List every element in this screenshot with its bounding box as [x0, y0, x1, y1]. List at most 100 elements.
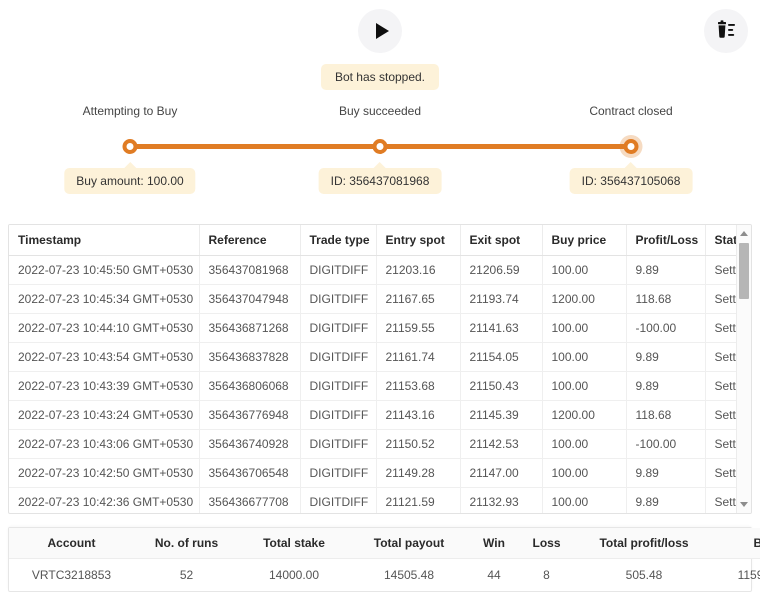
cell-timestamp: 2022-07-23 10:42:50 GMT+0530 — [9, 458, 200, 488]
play-icon — [375, 23, 389, 39]
summary-header-total-payout: Total payout — [349, 528, 469, 559]
summary-header-runs: No. of runs — [134, 528, 239, 559]
summary-value-total-stake: 14000.00 — [268, 568, 320, 582]
cell-timestamp: 2022-07-23 10:42:36 GMT+0530 — [9, 487, 200, 513]
timeline-node-buy-succeeded[interactable] — [372, 139, 388, 154]
timeline-node-contract-closed[interactable] — [623, 139, 639, 154]
table-row[interactable]: 2022-07-23 10:45:50 GMT+0530 356437081968… — [9, 255, 738, 285]
column-header-status[interactable]: Status — [705, 225, 738, 256]
summary-value-account: VRTC3218853 — [31, 568, 112, 582]
cell-trade-type: DIGITDIFF — [300, 400, 377, 430]
timeline-bubble-buy-amount: Buy amount: 100.00 — [64, 162, 196, 194]
cell-reference: 356436677708 — [199, 487, 301, 513]
cell-buy-price: 100.00 — [542, 458, 627, 488]
cell-trade-type: DIGITDIFF — [300, 313, 377, 343]
cell-buy-price: 100.00 — [542, 429, 627, 459]
cell-reference: 356436871268 — [199, 313, 301, 343]
cell-reference: 356436776948 — [199, 400, 301, 430]
transactions-scroll-area[interactable]: Timestamp Reference Trade type Entry spo… — [9, 225, 738, 513]
cell-exit-spot: 21141.63 — [460, 313, 543, 343]
summary-header-total-profit-loss: Total profit/loss — [574, 528, 714, 559]
cell-trade-type: DIGITDIFF — [300, 371, 377, 401]
cell-profit-loss: 9.89 — [626, 255, 706, 285]
table-row[interactable]: 2022-07-23 10:43:54 GMT+0530 356436837828… — [9, 342, 738, 372]
cell-exit-spot: 21142.53 — [460, 429, 543, 459]
timeline-bubble-buy-id: ID: 356437081968 — [318, 162, 442, 194]
cell-status: Settled — [705, 429, 738, 459]
cell-trade-type: DIGITDIFF — [300, 458, 377, 488]
table-row[interactable]: 2022-07-23 10:45:34 GMT+0530 356437047948… — [9, 284, 738, 314]
run-bot-button[interactable] — [358, 9, 402, 53]
transactions-scrollbar[interactable] — [736, 225, 751, 513]
timeline-node-attempting-to-buy[interactable] — [122, 139, 138, 154]
cell-entry-spot: 21159.55 — [376, 313, 461, 343]
table-row[interactable]: 2022-07-23 10:42:50 GMT+0530 356436706548… — [9, 458, 738, 488]
cell-exit-spot: 21193.74 — [460, 284, 543, 314]
summary-value-row: VRTC3218853 52 14000.00 14505.48 44 8 50… — [9, 559, 760, 592]
column-header-profit-loss[interactable]: Profit/Loss — [626, 225, 706, 256]
cell-entry-spot: 21167.65 — [376, 284, 461, 314]
cell-trade-type: DIGITDIFF — [300, 487, 377, 513]
cell-profit-loss: 9.89 — [626, 487, 706, 513]
cell-exit-spot: 21206.59 — [460, 255, 543, 285]
bot-status-area: Bot has stopped. — [0, 64, 760, 90]
cell-reference: 356436837828 — [199, 342, 301, 372]
cell-reference: 356436706548 — [199, 458, 301, 488]
trade-progress-timeline: Attempting to Buy Buy succeeded Contract… — [0, 104, 760, 209]
cell-exit-spot: 21147.00 — [460, 458, 543, 488]
cell-entry-spot: 21203.16 — [376, 255, 461, 285]
cell-status: Settled — [705, 400, 738, 430]
table-row[interactable]: 2022-07-23 10:43:39 GMT+0530 356436806068… — [9, 371, 738, 401]
scrollbar-thumb[interactable] — [739, 243, 749, 299]
summary-header-balance: Balance — [714, 528, 760, 559]
cell-profit-loss: 9.89 — [626, 342, 706, 372]
column-header-exit-spot[interactable]: Exit spot — [460, 225, 543, 256]
cell-profit-loss: 118.68 — [626, 400, 706, 430]
cell-reference: 356436740928 — [199, 429, 301, 459]
cell-buy-price: 100.00 — [542, 371, 627, 401]
cell-trade-type: DIGITDIFF — [300, 255, 377, 285]
summary-value-total-payout: 14505.48 — [383, 568, 435, 582]
cell-profit-loss: -100.00 — [626, 313, 706, 343]
cell-entry-spot: 21149.28 — [376, 458, 461, 488]
cell-entry-spot: 21143.16 — [376, 400, 461, 430]
timeline-step-label-3: Contract closed — [589, 104, 673, 118]
timeline-step-label-2: Buy succeeded — [338, 104, 422, 118]
scroll-down-arrow-icon[interactable] — [740, 502, 748, 507]
bot-status-message: Bot has stopped. — [320, 64, 440, 90]
cell-exit-spot: 21150.43 — [460, 371, 543, 401]
summary-value-win: 44 — [487, 568, 501, 582]
cell-timestamp: 2022-07-23 10:43:54 GMT+0530 — [9, 342, 200, 372]
summary-header-account: Account — [9, 528, 134, 559]
clear-stat-button[interactable] — [704, 9, 748, 53]
cell-exit-spot: 21132.93 — [460, 487, 543, 513]
summary-panel: Account No. of runs Total stake Total pa… — [8, 527, 760, 592]
cell-profit-loss: 9.89 — [626, 458, 706, 488]
scroll-up-arrow-icon[interactable] — [740, 231, 748, 236]
cell-status: Settled — [705, 255, 738, 285]
cell-timestamp: 2022-07-23 10:43:24 GMT+0530 — [9, 400, 200, 430]
cell-status: Settled — [705, 458, 738, 488]
summary-header-win: Win — [469, 528, 519, 559]
cell-profit-loss: 9.89 — [626, 371, 706, 401]
summary-table: Account No. of runs Total stake Total pa… — [9, 528, 760, 591]
column-header-entry-spot[interactable]: Entry spot — [376, 225, 461, 256]
column-header-timestamp[interactable]: Timestamp — [9, 225, 200, 256]
cell-buy-price: 100.00 — [542, 342, 627, 372]
cell-status: Settled — [705, 313, 738, 343]
column-header-trade-type[interactable]: Trade type — [300, 225, 377, 256]
column-header-buy-price[interactable]: Buy price — [542, 225, 627, 256]
table-row[interactable]: 2022-07-23 10:42:36 GMT+0530 356436677708… — [9, 487, 738, 513]
table-row[interactable]: 2022-07-23 10:44:10 GMT+0530 356436871268… — [9, 313, 738, 343]
summary-header-total-stake: Total stake — [239, 528, 349, 559]
cell-status: Settled — [705, 342, 738, 372]
cell-status: Settled — [705, 284, 738, 314]
table-row[interactable]: 2022-07-23 10:43:24 GMT+0530 356436776948… — [9, 400, 738, 430]
cell-trade-type: DIGITDIFF — [300, 284, 377, 314]
transactions-body: 2022-07-23 10:45:50 GMT+0530 356437081968… — [9, 255, 738, 513]
cell-reference: 356437081968 — [199, 255, 301, 285]
cell-profit-loss: 118.68 — [626, 284, 706, 314]
column-header-reference[interactable]: Reference — [199, 225, 301, 256]
cell-timestamp: 2022-07-23 10:43:39 GMT+0530 — [9, 371, 200, 401]
table-row[interactable]: 2022-07-23 10:43:06 GMT+0530 356436740928… — [9, 429, 738, 459]
